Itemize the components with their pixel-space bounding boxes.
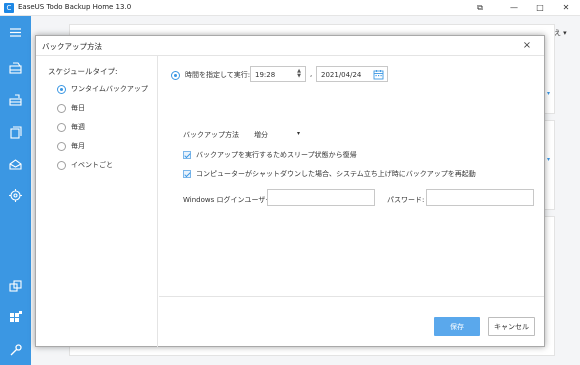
pin-window-button[interactable]: ⧉ <box>466 1 494 15</box>
radio-weekly[interactable]: 毎週 <box>57 121 85 133</box>
sidebar <box>0 16 31 365</box>
backup-disk-icon[interactable] <box>7 60 24 77</box>
radio-button[interactable] <box>57 160 66 170</box>
close-window-button[interactable]: ✕ <box>552 1 580 15</box>
radio-one-time[interactable]: ワンタイムバックアップ <box>57 83 148 95</box>
tools-icon[interactable] <box>7 309 24 326</box>
radio-button[interactable] <box>57 122 66 132</box>
wrench-icon[interactable] <box>7 342 24 359</box>
backup-method-select[interactable]: 増分 <box>254 130 268 140</box>
menu-icon[interactable] <box>7 24 24 41</box>
option-wake-from-sleep[interactable]: バックアップを実行するためスリープ状態から復帰 <box>183 150 357 160</box>
chevron-down-icon[interactable]: ▾ <box>547 156 550 163</box>
backup-method-label: バックアップ方法 <box>183 131 239 139</box>
password-label: パスワード: <box>387 196 425 204</box>
radio-specify-time[interactable]: 時間を指定して実行: <box>171 69 250 81</box>
radio-label: ワンタイムバックアップ <box>71 85 148 93</box>
time-spinner-icon[interactable]: ▲ ▼ <box>297 69 301 79</box>
radio-label: 毎日 <box>71 104 85 112</box>
schedule-type-panel: スケジュールタイプ: ワンタイムバックアップ 毎日 毎週 毎月 イベントごと <box>36 56 158 347</box>
checkbox[interactable] <box>183 151 191 159</box>
chevron-down-icon[interactable]: ▾ <box>547 90 550 97</box>
maximize-button[interactable]: □ <box>526 1 554 15</box>
backup-method-dialog: バックアップ方法 × スケジュールタイプ: ワンタイムバックアップ 毎日 毎週 … <box>35 35 545 347</box>
app-title: EaseUS Todo Backup Home 13.0 <box>18 3 132 11</box>
date-input[interactable]: 2021/04/24 <box>316 66 388 82</box>
windows-user-input[interactable] <box>267 189 375 206</box>
checkbox-label: コンピューターがシャットダウンした場合、システム立ち上げ時にバックアップを再起動 <box>196 170 476 178</box>
chevron-down-icon[interactable]: ▾ <box>297 130 300 137</box>
radio-button[interactable] <box>57 103 66 113</box>
checkbox[interactable] <box>183 170 191 178</box>
password-input[interactable] <box>426 189 534 206</box>
radio-button[interactable] <box>57 84 66 94</box>
file-backup-icon[interactable] <box>7 124 24 141</box>
time-value: 19:28 <box>255 71 276 79</box>
clone-icon[interactable] <box>7 278 24 295</box>
radio-label: 毎週 <box>71 123 85 131</box>
radio-label: 毎月 <box>71 142 85 150</box>
date-value: 2021/04/24 <box>321 71 362 79</box>
radio-monthly[interactable]: 毎月 <box>57 140 85 152</box>
radio-label: イベントごと <box>71 161 113 169</box>
mail-backup-icon[interactable] <box>7 156 24 173</box>
option-restart-on-boot[interactable]: コンピューターがシャットダウンした場合、システム立ち上げ時にバックアップを再起動 <box>183 169 476 179</box>
windows-user-label: Windows ログインユーザー: <box>183 196 275 204</box>
dialog-title: バックアップ方法 <box>42 42 102 51</box>
dialog-footer-divider <box>159 296 544 297</box>
calendar-icon[interactable] <box>373 69 384 80</box>
specify-time-label: 時間を指定して実行: <box>185 71 251 79</box>
cancel-button[interactable]: キャンセル <box>488 317 535 336</box>
system-backup-icon[interactable] <box>7 92 24 109</box>
checkbox-label: バックアップを実行するためスリープ状態から復帰 <box>196 151 357 159</box>
minimize-button[interactable]: — <box>500 1 528 15</box>
app-logo-icon: C <box>4 3 14 13</box>
schedule-settings-panel: 時間を指定して実行: 19:28 ▲ ▼ , 2021/04/24 バックアップ方… <box>159 56 544 347</box>
schedule-type-label: スケジュールタイプ: <box>48 67 118 76</box>
dialog-header: バックアップ方法 × <box>36 36 544 56</box>
radio-button[interactable] <box>57 141 66 151</box>
app-title-bar: C EaseUS Todo Backup Home 13.0 ⧉ — □ ✕ <box>0 0 580 16</box>
radio-event[interactable]: イベントごと <box>57 159 113 171</box>
close-icon[interactable]: × <box>520 39 534 53</box>
radio-button[interactable] <box>171 70 180 80</box>
save-button[interactable]: 保存 <box>434 317 480 336</box>
smart-backup-icon[interactable] <box>7 187 24 204</box>
radio-daily[interactable]: 毎日 <box>57 102 85 114</box>
time-date-separator: , <box>310 70 313 78</box>
time-input[interactable]: 19:28 ▲ ▼ <box>250 66 306 82</box>
